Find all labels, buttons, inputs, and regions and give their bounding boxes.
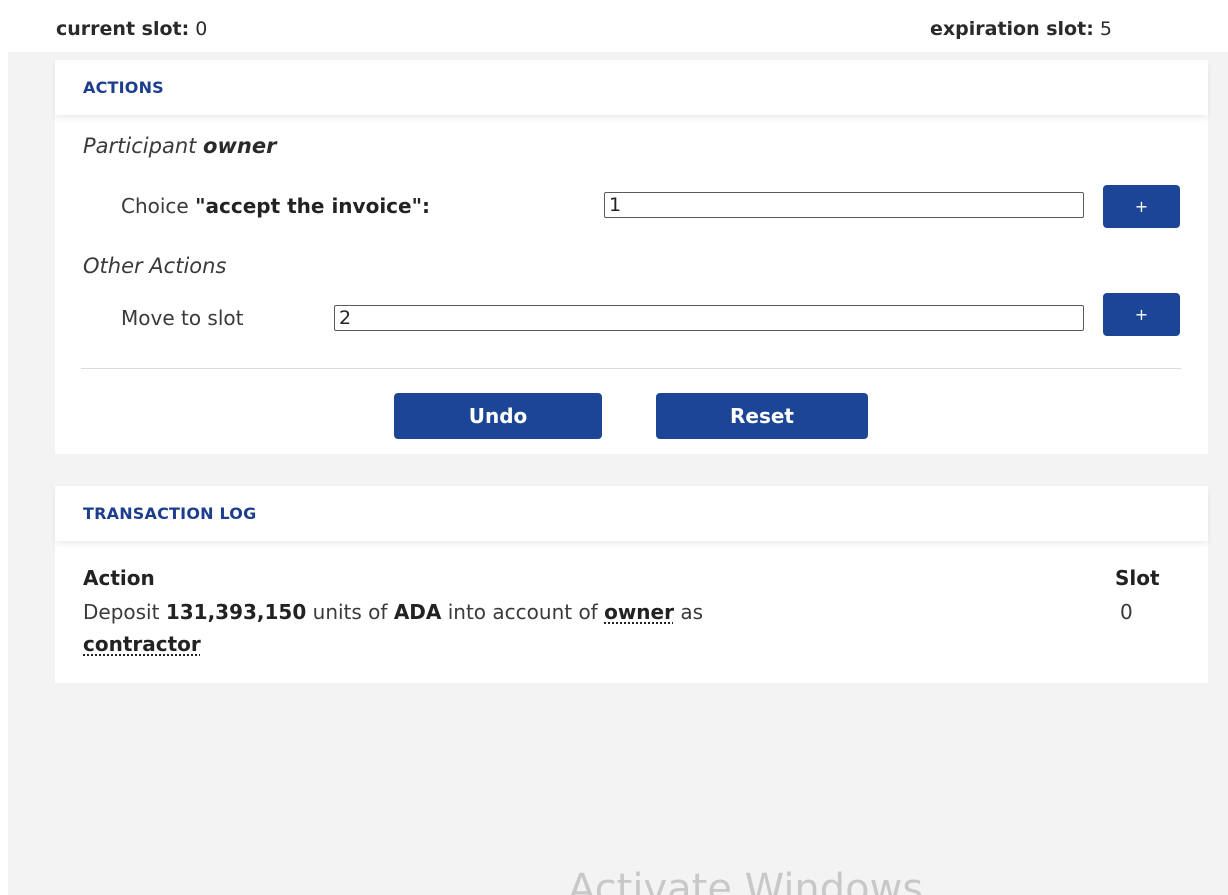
log-column-slot: Slot (1115, 566, 1160, 590)
log-entry-slot: 0 (1120, 600, 1133, 624)
log-entry-verb: Deposit (83, 600, 160, 624)
actions-panel: ACTIONS Participant owner Choice "accept… (55, 60, 1208, 454)
expiration-slot-value: 5 (1099, 18, 1112, 40)
reset-button[interactable]: Reset (656, 393, 868, 439)
log-entry-token: ADA (393, 600, 442, 624)
undo-button[interactable]: Undo (394, 393, 602, 439)
actions-panel-header: ACTIONS (55, 60, 1208, 115)
current-slot-value: 0 (195, 18, 208, 40)
choice-prefix: Choice (121, 194, 189, 218)
log-entry-as-text: as (680, 600, 704, 624)
participant-prefix: Participant (83, 134, 197, 158)
other-actions-heading: Other Actions (83, 254, 227, 278)
move-to-slot-label: Move to slot (121, 306, 244, 330)
add-choice-button[interactable]: + (1103, 185, 1180, 228)
move-to-slot-input[interactable] (334, 305, 1084, 331)
simulation-frame: current slot: 0 expiration slot: 5 ACTIO… (8, 8, 1228, 895)
actions-divider (81, 368, 1181, 369)
choice-name: "accept the invoice": (195, 194, 431, 218)
transaction-log-title: TRANSACTION LOG (83, 504, 257, 523)
choice-value-input[interactable] (604, 192, 1084, 218)
add-move-to-slot-button[interactable]: + (1103, 293, 1180, 336)
activate-windows-watermark: Activate Windows (568, 866, 924, 895)
participant-heading: Participant owner (83, 134, 276, 158)
log-entry-party[interactable]: contractor (83, 632, 201, 656)
participant-name: owner (203, 134, 277, 158)
log-entry-account[interactable]: owner (604, 600, 674, 624)
log-entry-amount: 131,393,150 (165, 600, 307, 624)
transaction-log-header: TRANSACTION LOG (55, 486, 1208, 541)
log-entry-units-text: units of (312, 600, 388, 624)
log-entry-into-text: into account of (447, 600, 598, 624)
transaction-log-panel: TRANSACTION LOG Action Slot Deposit 131,… (55, 486, 1208, 683)
actions-panel-title: ACTIONS (83, 78, 164, 97)
choice-label: Choice "accept the invoice": (121, 194, 430, 218)
current-slot-label: current slot: (56, 18, 190, 40)
log-entry-action: Deposit 131,393,150 units of ADA into ac… (83, 596, 1073, 660)
current-slot: current slot: 0 (56, 18, 207, 40)
log-column-action: Action (83, 566, 155, 590)
expiration-slot: expiration slot: 5 (930, 18, 1112, 40)
expiration-slot-label: expiration slot: (930, 18, 1094, 40)
slot-bar: current slot: 0 expiration slot: 5 (8, 8, 1228, 52)
